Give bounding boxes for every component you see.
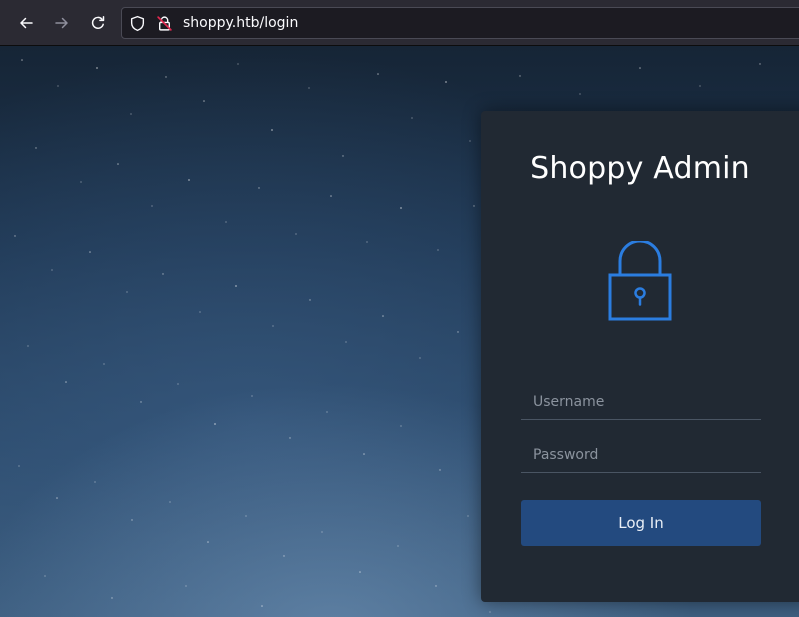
login-button[interactable]: Log In: [521, 500, 761, 546]
url-bar[interactable]: shoppy.htb/login: [121, 7, 799, 39]
reload-icon: [91, 16, 105, 29]
forward-button[interactable]: [47, 8, 77, 38]
padlock-icon: [608, 241, 672, 321]
login-title: Shoppy Admin: [530, 151, 750, 186]
login-card: Shoppy Admin Log In: [481, 111, 799, 602]
arrow-left-icon: [20, 17, 33, 29]
back-button[interactable]: [11, 8, 41, 38]
page-viewport: Shoppy Admin Log In: [0, 46, 799, 617]
browser-toolbar: shoppy.htb/login: [0, 0, 799, 46]
shield-icon[interactable]: [129, 15, 146, 32]
arrow-right-icon: [55, 17, 68, 29]
url-text[interactable]: shoppy.htb/login: [183, 15, 298, 32]
username-input[interactable]: [521, 384, 761, 420]
reload-button[interactable]: [83, 8, 113, 38]
insecure-lock-icon[interactable]: [156, 15, 173, 32]
password-input[interactable]: [521, 437, 761, 473]
